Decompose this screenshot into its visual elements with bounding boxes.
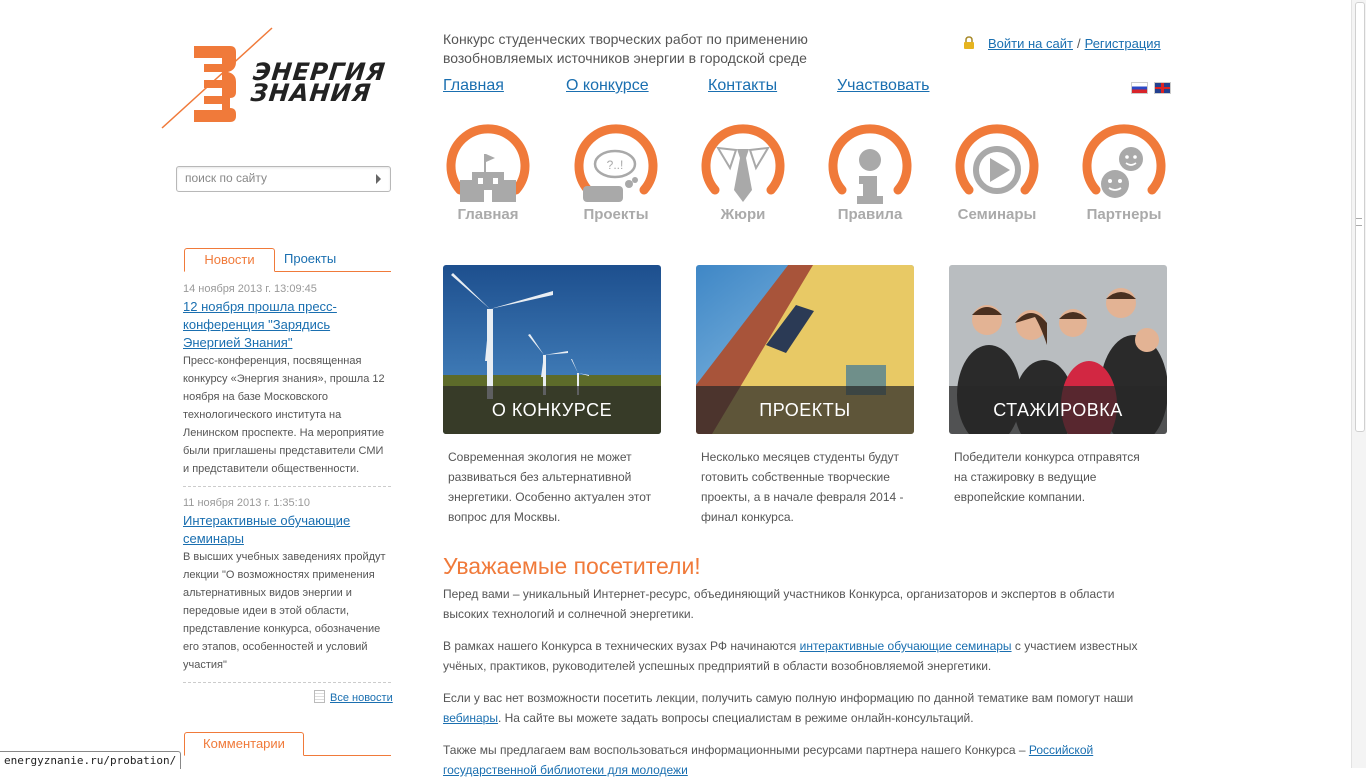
webinars-link[interactable]: вебинары — [443, 711, 498, 725]
news-item: 11 ноября 2013 г. 1:35:10 Интерактивные … — [183, 494, 391, 683]
icon-nav-home[interactable]: Главная — [438, 122, 538, 223]
icon-nav-projects[interactable]: ?..! Проекты — [566, 122, 666, 223]
icon-nav-partners[interactable]: Партнеры — [1074, 122, 1174, 223]
tab-comments[interactable]: Комментарии — [184, 732, 304, 756]
icon-nav-partners-label: Партнеры — [1086, 206, 1162, 223]
news-date: 11 ноября 2013 г. 1:35:10 — [183, 497, 310, 509]
news-date: 14 ноября 2013 г. 13:09:45 — [183, 283, 317, 295]
comments-tabs: Комментарии — [184, 732, 391, 756]
card-projects-text: Несколько месяцев студенты будут готовит… — [701, 450, 904, 524]
seminars-paragraph: В рамках нашего Конкурса в технических в… — [443, 636, 1163, 676]
news-text: В высших учебных заведениях пройдут лекц… — [183, 551, 386, 671]
nav-about[interactable]: О конкурсе — [566, 77, 649, 95]
news-item: 14 ноября 2013 г. 13:09:45 12 ноября про… — [183, 280, 391, 487]
site-logo[interactable]: ЭНЕРГИЯ ЗНАНИЯ — [160, 26, 410, 131]
library-paragraph: Также мы предлагаем вам воспользоваться … — [443, 740, 1163, 780]
news-title-link[interactable]: Интерактивные обучающие семинары — [183, 512, 391, 548]
russian-flag-icon[interactable] — [1131, 82, 1148, 94]
document-icon — [314, 690, 325, 703]
card-about-text: Современная экология не может развиватьс… — [448, 450, 652, 524]
vertical-scrollbar[interactable] — [1351, 0, 1366, 768]
english-flag-icon[interactable] — [1154, 82, 1171, 94]
building-icon — [446, 124, 530, 202]
card-internship-text: Победители конкурса отправятся на стажир… — [954, 450, 1140, 504]
icon-nav-home-label: Главная — [457, 206, 519, 223]
register-link[interactable]: Регистрация — [1085, 36, 1161, 51]
news-divider — [183, 486, 391, 487]
seminars-link[interactable]: интерактивные обучающие семинары — [800, 639, 1012, 653]
icon-nav-rules[interactable]: Правила — [820, 122, 920, 223]
auth-links: Войти на сайт / Регистрация — [962, 36, 1161, 51]
svg-text:?..!: ?..! — [607, 158, 624, 172]
icon-nav-projects-label: Проекты — [583, 206, 649, 223]
tie-icon — [701, 124, 785, 202]
tab-projects[interactable]: Проекты — [284, 248, 336, 270]
news-text: Пресс-конференция, посвященная конкурсу … — [183, 355, 385, 475]
nav-home[interactable]: Главная — [443, 77, 504, 95]
search-box — [176, 166, 391, 192]
icon-nav-rules-label: Правила — [837, 206, 903, 223]
intro-paragraph: Перед вами – уникальный Интернет-ресурс,… — [443, 587, 1115, 621]
status-bar-url: energyznanie.ru/probation/ — [0, 751, 182, 769]
partners-icon — [1082, 124, 1166, 198]
search-input[interactable] — [177, 167, 365, 189]
play-icon — [955, 124, 1039, 195]
sidebar-tabs: Новости Проекты — [184, 248, 391, 272]
card-internship[interactable]: СТАЖИРОВКА — [949, 265, 1167, 434]
icon-nav-seminars[interactable]: Семинары — [947, 122, 1047, 223]
language-switcher — [1125, 81, 1171, 99]
search-submit-icon[interactable] — [376, 174, 381, 184]
library-paragraph-text: Также мы предлагаем вам воспользоваться … — [443, 743, 1029, 757]
card-projects[interactable]: ПРОЕКТЫ — [696, 265, 914, 434]
all-news: Все новости — [314, 690, 393, 704]
news-title-link[interactable]: 12 ноября прошла пресс-конференция "Заря… — [183, 298, 391, 352]
news-divider — [183, 682, 391, 683]
icon-nav-jury[interactable]: Жюри — [693, 122, 793, 223]
icon-nav-seminars-label: Семинары — [957, 206, 1037, 223]
auth-separator: / — [1076, 36, 1081, 51]
site-tagline: Конкурс студенческих творческих работ по… — [443, 31, 808, 66]
card-internship-caption: СТАЖИРОВКА — [949, 386, 1167, 434]
lock-icon — [964, 36, 974, 49]
scrollbar-grip-icon — [1356, 218, 1362, 226]
all-news-link[interactable]: Все новости — [330, 692, 393, 704]
nav-contacts[interactable]: Контакты — [708, 77, 777, 95]
webinars-paragraph-text-end: . На сайте вы можете задать вопросы спец… — [497, 711, 974, 725]
webinars-paragraph: Если у вас нет возможности посетить лекц… — [443, 688, 1163, 728]
seminars-paragraph-text: В рамках нашего Конкурса в технических в… — [443, 639, 800, 653]
icon-nav-jury-label: Жюри — [720, 206, 766, 223]
scrollbar-thumb[interactable] — [1355, 2, 1365, 432]
card-about[interactable]: О КОНКУРСЕ — [443, 265, 661, 434]
info-icon — [828, 124, 912, 204]
card-projects-caption: ПРОЕКТЫ — [696, 386, 914, 434]
login-link[interactable]: Войти на сайт — [988, 36, 1073, 51]
nav-participate[interactable]: Участвовать — [837, 77, 929, 95]
projects-icon: ?..! — [574, 124, 658, 202]
tab-news[interactable]: Новости — [184, 248, 275, 272]
logo-line-2: ЗНАНИЯ — [249, 79, 373, 107]
webinars-paragraph-text: Если у вас нет возможности посетить лекц… — [443, 691, 1134, 705]
welcome-heading: Уважаемые посетители! — [443, 553, 701, 579]
card-about-caption: О КОНКУРСЕ — [443, 386, 661, 434]
